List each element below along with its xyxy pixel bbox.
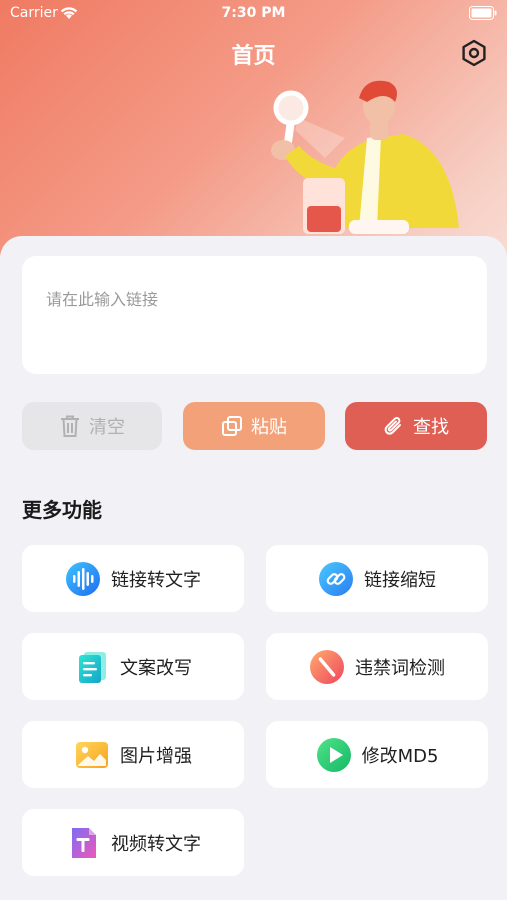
feature-forbidden-words[interactable]: 违禁词检测 xyxy=(266,633,488,700)
feature-label: 链接转文字 xyxy=(111,569,201,591)
search-button[interactable]: 查找 xyxy=(345,402,487,450)
trash-icon xyxy=(61,415,79,437)
feature-label: 图片增强 xyxy=(120,745,192,767)
feature-link-shorten[interactable]: 链接缩短 xyxy=(266,545,488,612)
feature-label: 违禁词检测 xyxy=(355,657,445,679)
settings-button[interactable] xyxy=(459,38,489,68)
link-input[interactable]: 请在此输入链接 xyxy=(22,256,487,374)
header-illustration xyxy=(271,80,459,234)
feature-label: 文案改写 xyxy=(120,657,192,679)
feature-modify-md5[interactable]: 修改MD5 xyxy=(266,721,488,788)
battery-icon xyxy=(469,6,497,24)
search-label: 查找 xyxy=(413,417,449,438)
document-icon xyxy=(74,649,110,685)
link-icon xyxy=(318,561,354,597)
play-icon xyxy=(316,737,352,773)
paste-label: 粘贴 xyxy=(251,417,287,438)
status-time: 7:30 PM xyxy=(221,5,286,21)
paperclip-icon xyxy=(384,417,401,435)
copy-icon xyxy=(222,416,242,436)
clear-button[interactable]: 清空 xyxy=(22,402,162,450)
feature-link-to-text[interactable]: 链接转文字 xyxy=(22,545,244,612)
feature-copy-rewrite[interactable]: 文案改写 xyxy=(22,633,244,700)
feature-label: 修改MD5 xyxy=(361,745,439,767)
forbidden-icon xyxy=(309,649,345,685)
feature-video-to-text[interactable]: 视频转文字 xyxy=(22,809,244,876)
image-icon xyxy=(74,737,110,773)
feature-image-enhance[interactable]: 图片增强 xyxy=(22,721,244,788)
page-title: 首页 xyxy=(231,44,276,69)
settings-hexagon-icon xyxy=(462,39,486,67)
feature-label: 链接缩短 xyxy=(364,569,436,591)
status-bar: Carrier 7:30 PM xyxy=(0,0,507,28)
feature-label: 视频转文字 xyxy=(111,833,201,855)
section-title-more: 更多功能 xyxy=(22,498,102,522)
audio-wave-icon xyxy=(65,561,101,597)
paste-button[interactable]: 粘贴 xyxy=(183,402,325,450)
header: Carrier 7:30 PM 首页 xyxy=(0,0,507,270)
main-card: 请在此输入链接 清空 粘贴 查找 更多功能 链接转文字 链接缩短 文案改写 违禁… xyxy=(0,236,507,900)
text-t-icon xyxy=(65,825,101,861)
clear-label: 清空 xyxy=(89,417,125,438)
